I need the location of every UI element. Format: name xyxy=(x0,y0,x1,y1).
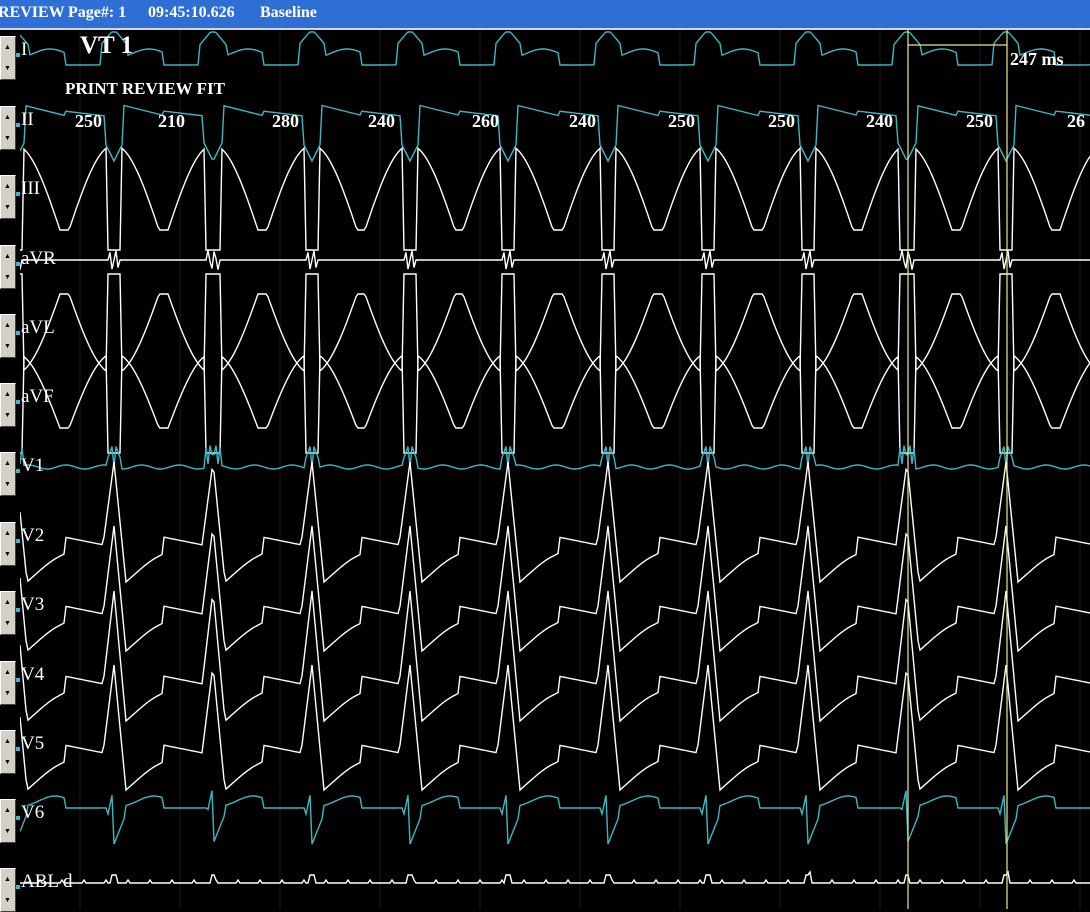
channel-scale-button-avr[interactable]: ▲ ▼ xyxy=(0,245,20,289)
scale-up-icon[interactable]: ▲ xyxy=(3,108,12,126)
scale-down-icon[interactable]: ▼ xyxy=(3,614,12,632)
channel-scale-button-v6[interactable]: ▲ ▼ xyxy=(0,799,20,843)
channel-scale-button-i[interactable]: ▲ ▼ xyxy=(0,36,20,80)
scale-down-icon[interactable]: ▼ xyxy=(3,684,12,702)
channel-label-i: I xyxy=(21,39,28,60)
scale-up-icon[interactable]: ▲ xyxy=(3,801,12,819)
cycle-length-label: 210 xyxy=(158,111,185,131)
channel-scale-button-ii[interactable]: ▲ ▼ xyxy=(0,106,20,150)
cycle-length-label: 250 xyxy=(966,111,993,131)
scale-down-icon[interactable]: ▼ xyxy=(3,822,12,840)
scale-up-icon[interactable]: ▲ xyxy=(3,38,12,56)
channel-label-v5: V5 xyxy=(21,733,45,754)
cycle-length-label: 260 xyxy=(472,111,499,131)
channel-label-v2: V2 xyxy=(21,525,45,546)
scale-up-icon[interactable]: ▲ xyxy=(3,663,12,681)
channel-label-ii: II xyxy=(21,109,34,130)
scale-up-icon[interactable]: ▲ xyxy=(3,593,12,611)
channel-scale-button-v3[interactable]: ▲ ▼ xyxy=(0,591,20,635)
channel-label-v4: V4 xyxy=(21,664,45,685)
channel-scale-button-v4[interactable]: ▲ ▼ xyxy=(0,661,20,705)
scale-down-icon[interactable]: ▼ xyxy=(3,337,12,355)
page-number: Page#: 1 xyxy=(68,4,127,21)
channel-label-iii: III xyxy=(21,178,40,199)
channel-scale-button-v2[interactable]: ▲ ▼ xyxy=(0,522,20,566)
channel-label-avf: aVF xyxy=(21,386,54,407)
scale-up-icon[interactable]: ▲ xyxy=(3,316,12,334)
channel-scale-button-avf[interactable]: ▲ ▼ xyxy=(0,383,20,427)
channel-label-avr: aVR xyxy=(21,248,56,269)
cycle-length-label: 280 xyxy=(272,111,299,131)
scale-up-icon[interactable]: ▲ xyxy=(3,177,12,195)
title-bar: REVIEW Page#: 1 09:45:10.626 Baseline xyxy=(0,0,1090,30)
channel-label-v1: V1 xyxy=(21,455,45,476)
scale-down-icon[interactable]: ▼ xyxy=(3,475,12,493)
channel-scale-button-abl-d[interactable]: ▲ ▼ xyxy=(0,868,20,912)
cycle-length-label: 240 xyxy=(569,111,596,131)
channel-scale-button-iii[interactable]: ▲ ▼ xyxy=(0,175,20,219)
scale-down-icon[interactable]: ▼ xyxy=(3,753,12,771)
scale-down-icon[interactable]: ▼ xyxy=(3,59,12,77)
scale-up-icon[interactable]: ▲ xyxy=(3,247,12,265)
ecg-trace-area xyxy=(20,30,1090,909)
cycle-length-label: 240 xyxy=(368,111,395,131)
timestamp: 09:45:10.626 xyxy=(148,4,235,21)
scale-down-icon[interactable]: ▼ xyxy=(3,129,12,147)
scale-up-icon[interactable]: ▲ xyxy=(3,732,12,750)
channel-controls: ▲ ▼ ▲ ▼ ▲ ▼ ▲ ▼ ▲ ▼ ▲ ▼ ▲ ▼ ▲ ▼ ▲ ▼ ▲ ▼ ▲ ▼ ▲ ▼ ▲ ▼ xyxy=(0,30,20,912)
print-review-fit-label: PRINT REVIEW FIT xyxy=(65,79,225,98)
cycle-length-label: 250 xyxy=(75,111,102,131)
cycle-length-label: 250 xyxy=(768,111,795,131)
channel-scale-button-v1[interactable]: ▲ ▼ xyxy=(0,452,20,496)
channel-label-abl-d: ABL d xyxy=(21,871,73,892)
channel-label-v3: V3 xyxy=(21,594,45,615)
baseline-label: Baseline xyxy=(260,4,317,21)
scale-down-icon[interactable]: ▼ xyxy=(3,545,12,563)
scale-up-icon[interactable]: ▲ xyxy=(3,385,12,403)
scale-down-icon[interactable]: ▼ xyxy=(3,891,12,909)
cycle-length-label: 26 xyxy=(1067,111,1085,131)
scale-down-icon[interactable]: ▼ xyxy=(3,198,12,216)
review-mode-label: REVIEW xyxy=(0,4,65,21)
scale-down-icon[interactable]: ▼ xyxy=(3,406,12,424)
caliper-measurement: 247 ms xyxy=(1010,49,1064,69)
cycle-length-label: 240 xyxy=(866,111,893,131)
channel-scale-button-avl[interactable]: ▲ ▼ xyxy=(0,314,20,358)
scale-down-icon[interactable]: ▼ xyxy=(3,268,12,286)
scale-up-icon[interactable]: ▲ xyxy=(3,870,12,888)
channel-label-avl: aVL xyxy=(21,317,55,338)
scale-up-icon[interactable]: ▲ xyxy=(3,524,12,542)
channel-scale-button-v5[interactable]: ▲ ▼ xyxy=(0,730,20,774)
channel-label-v6: V6 xyxy=(21,802,45,823)
recording-title: VT 1 xyxy=(80,32,134,59)
cycle-length-label: 250 xyxy=(668,111,695,131)
scale-up-icon[interactable]: ▲ xyxy=(3,454,12,472)
